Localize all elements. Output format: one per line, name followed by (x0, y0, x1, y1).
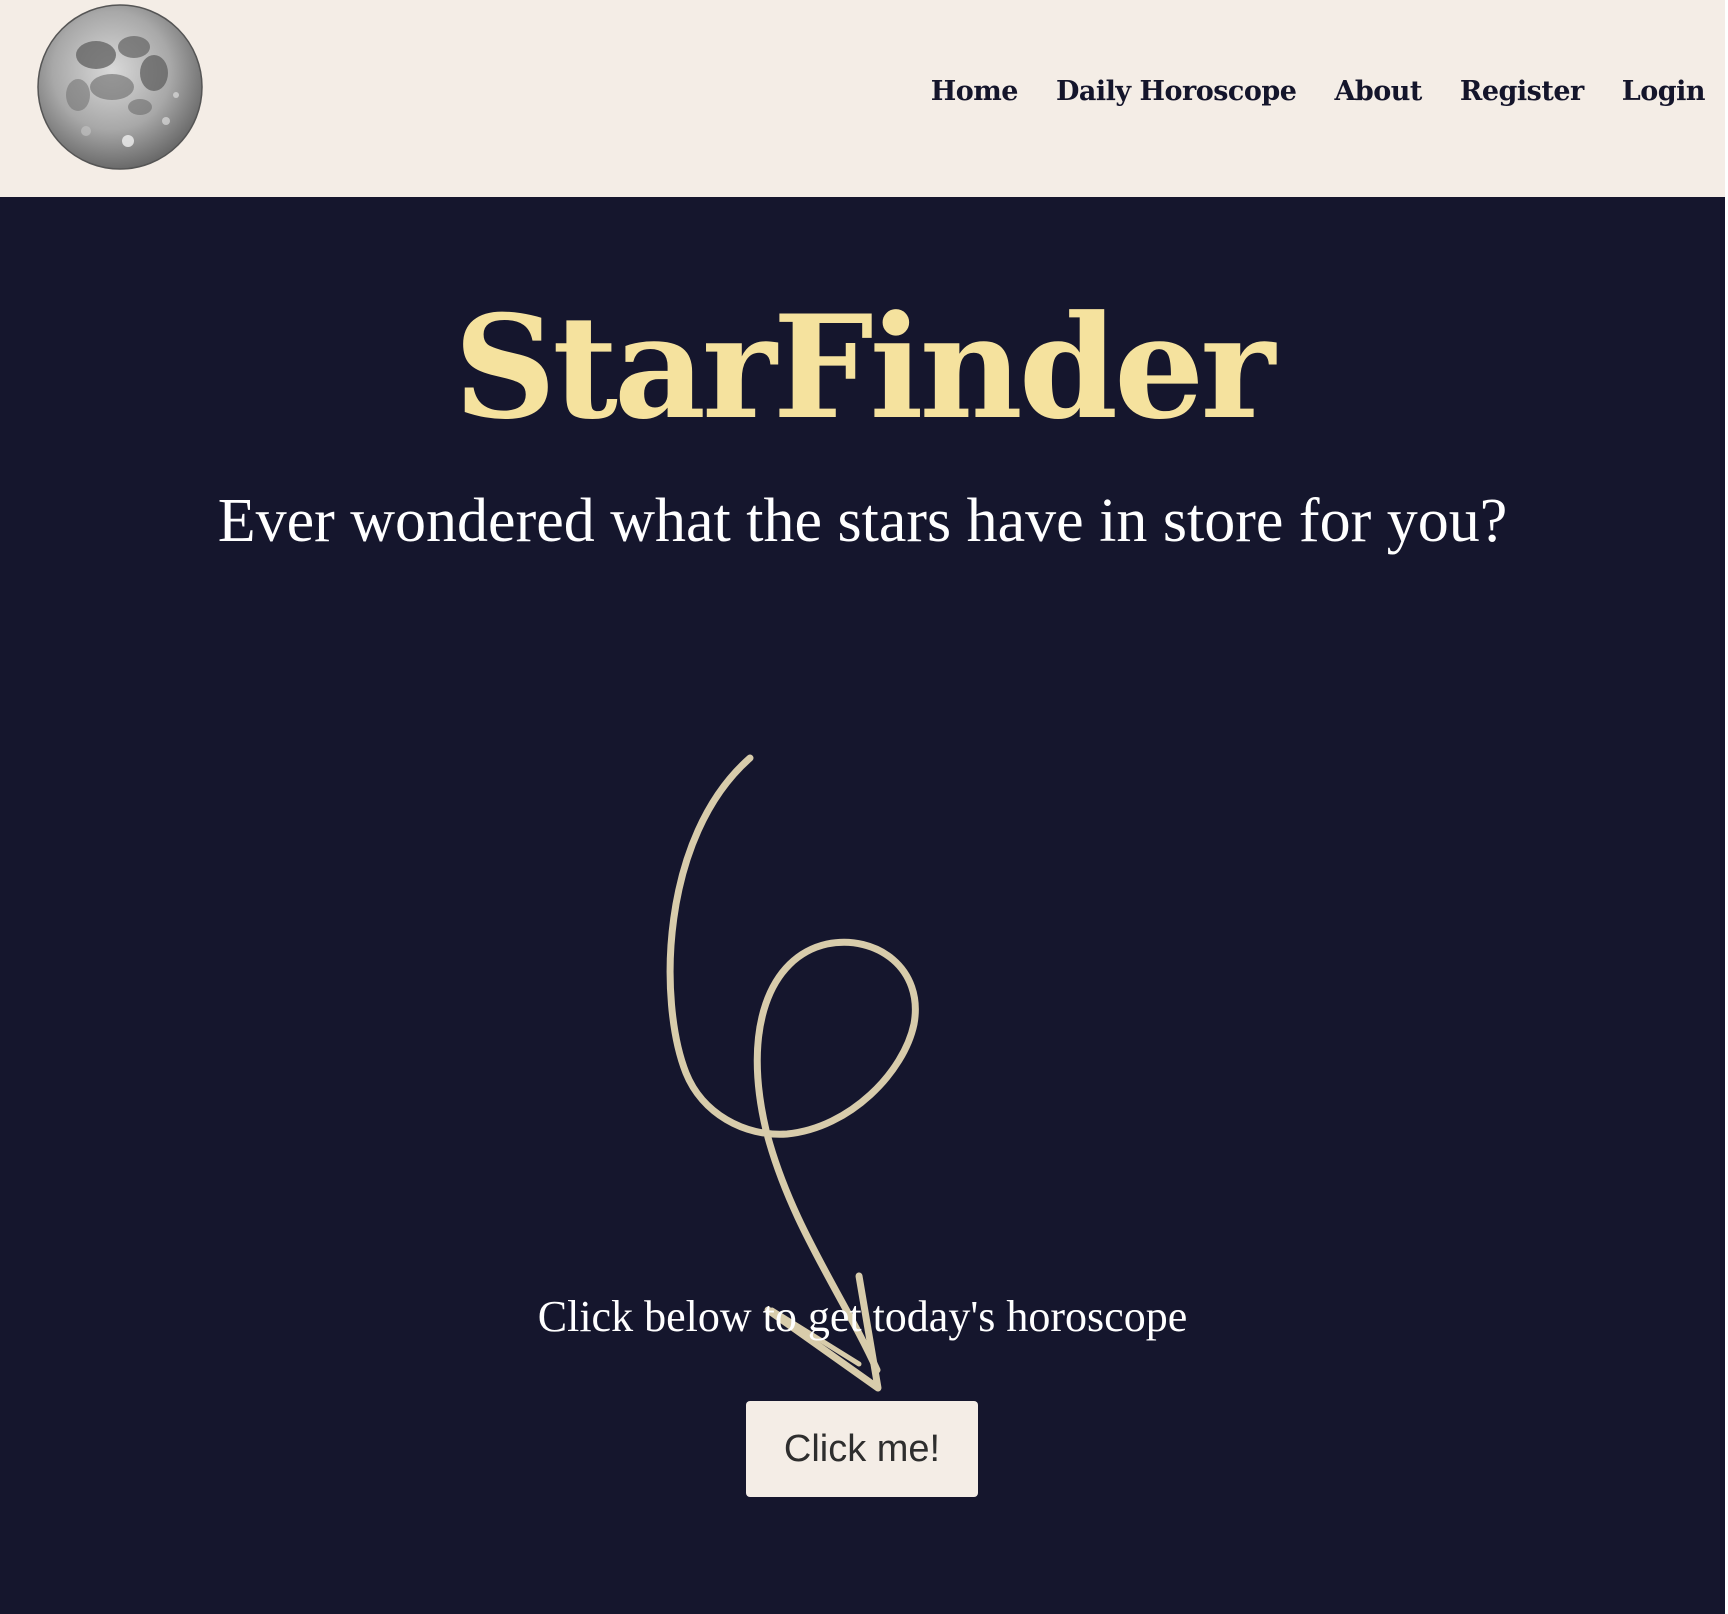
main-nav: Home Daily Horoscope About Register Logi… (931, 76, 1706, 107)
horoscope-prompt: Click below to get today's horoscope (537, 1292, 1188, 1341)
nav-login-link[interactable]: Login (1622, 76, 1706, 107)
page-title: StarFinder (453, 285, 1275, 451)
nav-about-link[interactable]: About (1334, 76, 1422, 107)
hero-section: StarFinder Ever wondered what the stars … (0, 197, 1725, 1614)
nav-home-link[interactable]: Home (931, 76, 1019, 107)
click-me-button[interactable]: Click me! (746, 1401, 978, 1497)
navbar: Home Daily Horoscope About Register Logi… (0, 0, 1725, 197)
nav-daily-horoscope-link[interactable]: Daily Horoscope (1056, 76, 1297, 107)
moon-icon[interactable] (36, 3, 204, 171)
nav-register-link[interactable]: Register (1460, 76, 1584, 107)
hero-subtitle: Ever wondered what the stars have in sto… (217, 487, 1508, 555)
